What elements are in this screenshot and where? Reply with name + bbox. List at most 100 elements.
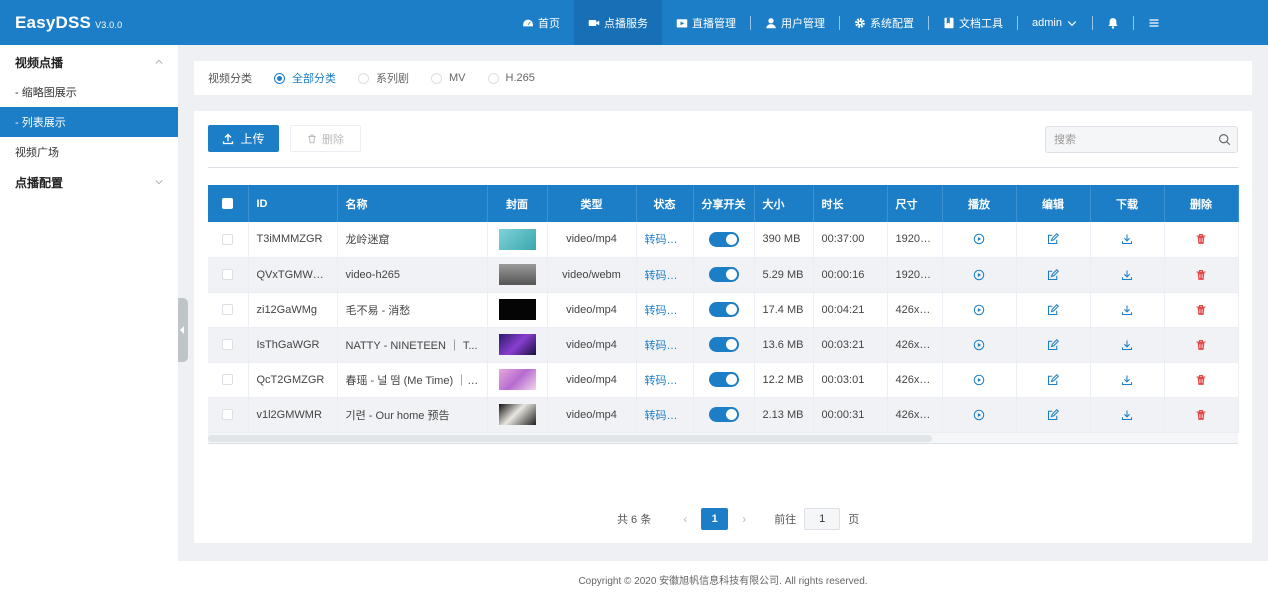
edit-icon[interactable] [1047,303,1059,316]
cell-dimensions: 426x240 [887,327,943,363]
radio-h265[interactable]: H.265 [487,72,535,84]
table-row[interactable]: QVxTGMWMR video-h265 video/webm 转码完成 5.29 MB… [208,257,1239,293]
sidebar-collapse-handle[interactable] [178,298,188,362]
cover-thumbnail[interactable] [498,369,536,390]
edit-icon[interactable] [1047,268,1059,281]
share-toggle[interactable] [708,407,739,422]
row-checkbox[interactable] [222,409,234,421]
cell-duration: 00:03:01 [813,362,888,398]
cover-thumbnail[interactable] [498,228,536,250]
scrollbar-thumb[interactable] [208,434,932,442]
cell-status: 转码完成 [636,257,694,293]
play-icon[interactable] [973,233,985,245]
goto-page-input[interactable] [804,508,841,530]
cell-type: video/mp4 [547,397,637,433]
column-header-duration[interactable]: 时长 [813,185,888,222]
play-icon[interactable] [973,339,985,351]
search-icon[interactable] [1218,133,1231,146]
nav-item-docs[interactable]: 文档工具 [929,0,1017,45]
trash-icon[interactable] [1195,233,1207,245]
row-checkbox[interactable] [222,339,234,351]
trash-icon[interactable] [1195,304,1207,316]
sidebar-item-list-view[interactable]: - 列表展示 [0,107,178,137]
share-toggle[interactable] [708,267,739,282]
trash-icon[interactable] [1195,339,1207,351]
edit-icon[interactable] [1047,373,1059,386]
table-row[interactable]: IsThGaWGR NATTY - NINETEEN ｜ T... video/mp… [208,327,1239,363]
row-checkbox[interactable] [222,304,234,316]
edit-icon[interactable] [1047,338,1059,351]
radio-mv[interactable]: MV [431,72,466,84]
play-icon[interactable] [973,304,985,316]
row-checkbox[interactable] [222,374,234,386]
download-icon[interactable] [1121,339,1133,351]
nav-item-users[interactable]: 用户管理 [751,0,839,45]
column-header-name[interactable]: 名称 [337,185,488,222]
brand-logo[interactable]: EasyDSS V3.0.0 [15,13,122,33]
row-select-cell [208,397,249,433]
radio-all-categories[interactable]: 全部分类 [274,70,336,86]
cover-thumbnail[interactable] [498,404,536,425]
share-toggle[interactable] [708,231,739,247]
cover-thumbnail[interactable] [498,334,536,355]
table-row[interactable]: T3iMMMZGR 龙岭迷窟 video/mp4 转码完成 390 MB 00:37:00… [208,222,1239,258]
play-icon[interactable] [973,374,985,386]
nav-label: 系统配置 [870,17,914,30]
column-header-type[interactable]: 类型 [547,185,637,222]
cover-thumbnail[interactable] [498,299,536,320]
column-header-status[interactable]: 状态 [636,185,694,222]
radio-label: 全部分类 [292,73,336,85]
upload-button[interactable]: 上传 [208,125,279,152]
radio-series[interactable]: 系列剧 [358,70,409,86]
cell-name: video-h265 [337,257,488,293]
cell-size: 390 MB [754,222,814,258]
download-icon[interactable] [1121,374,1133,386]
batch-delete-button[interactable]: 删除 [290,125,361,152]
horizontal-scrollbar[interactable] [208,432,1238,444]
play-icon[interactable] [973,409,985,421]
column-header-dimensions[interactable]: 尺寸 [887,185,943,222]
share-toggle[interactable] [708,337,739,352]
notification-button[interactable] [1093,0,1133,45]
sidebar-group-vod-config[interactable]: 点播配置 [0,167,178,197]
share-toggle[interactable] [708,302,739,317]
menu-toggle-button[interactable] [1134,0,1174,45]
select-all-checkbox[interactable] [222,198,234,210]
cell-play [942,327,1017,363]
pagination: 共 6 条 ‹ 1 › 前往 页 [617,508,859,530]
trash-icon[interactable] [1195,409,1207,421]
edit-icon[interactable] [1047,233,1059,245]
download-icon[interactable] [1121,409,1133,421]
sidebar-group-vod[interactable]: 视频点播 [0,47,178,77]
nav-item-home[interactable]: 首页 [508,0,574,45]
trash-icon[interactable] [1195,269,1207,281]
edit-icon[interactable] [1047,408,1059,421]
sidebar-item-thumbnail-view[interactable]: - 缩略图展示 [0,77,178,107]
nav-item-vod[interactable]: 点播服务 [574,0,662,45]
nav-item-live[interactable]: 直播管理 [662,0,750,45]
sidebar-item-video-square[interactable]: 视频广场 [0,137,178,167]
share-toggle[interactable] [708,372,739,387]
download-icon[interactable] [1121,269,1133,281]
trash-icon[interactable] [1195,374,1207,386]
search-input[interactable] [1046,127,1206,152]
nav-item-settings[interactable]: 系统配置 [840,0,928,45]
play-icon[interactable] [973,269,985,281]
table-row[interactable]: v1l2GMWMR 기련 - Our home 预告 video/mp4 转码完成 2.… [208,397,1239,433]
user-menu[interactable]: admin [1018,0,1092,45]
row-select-cell [208,222,249,258]
download-icon[interactable] [1121,233,1133,245]
table-row[interactable]: zi12GaWMg 毛不易 - 消愁 video/mp4 转码完成 17.4 MB 00:… [208,292,1239,328]
row-checkbox[interactable] [222,233,234,245]
prev-page-button[interactable]: ‹ [679,512,691,526]
live-icon [676,17,688,29]
column-header-id[interactable]: ID [248,185,338,222]
row-checkbox[interactable] [222,269,234,281]
cover-thumbnail[interactable] [498,264,536,285]
next-page-button[interactable]: › [738,512,750,526]
cell-download [1090,222,1165,258]
column-header-size[interactable]: 大小 [754,185,814,222]
download-icon[interactable] [1121,304,1133,316]
table-row[interactable]: QcT2GMZGR 春瑶 - 널 떰 (Me Time) ｜ ... video/m… [208,362,1239,398]
page-button-current[interactable]: 1 [701,508,729,530]
